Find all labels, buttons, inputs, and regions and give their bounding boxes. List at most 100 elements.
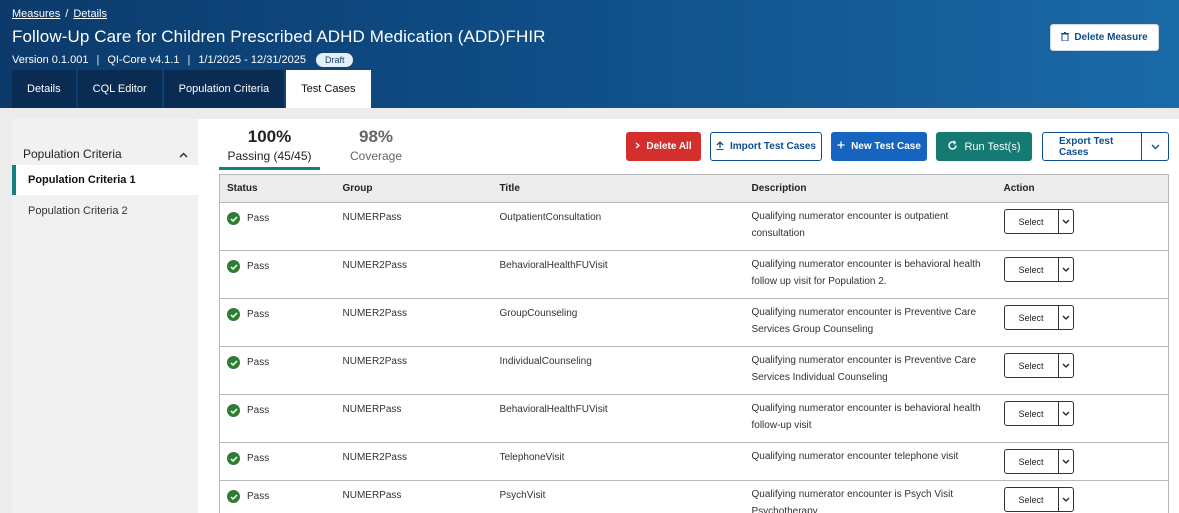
column-header-group: Group [342, 183, 373, 194]
coverage-percent: 98% [358, 127, 394, 146]
coverage-label: Coverage [349, 149, 403, 163]
period-text: 1/1/2025 - 12/31/2025 [198, 54, 306, 66]
run-tests-button[interactable]: Run Test(s) [936, 132, 1032, 161]
tab-details[interactable]: Details [12, 70, 76, 108]
select-button[interactable]: Select [1005, 306, 1058, 329]
chevron-down-icon[interactable] [1057, 450, 1073, 473]
sidebar-item-population-criteria-1[interactable]: Population Criteria 1 [12, 165, 198, 195]
row-action-dropdown: Select [1003, 449, 1074, 474]
breadcrumb: Measures / Details [12, 8, 107, 20]
sidebar-section-toggle[interactable]: Population Criteria [23, 147, 188, 161]
status-cell: Pass [220, 299, 336, 347]
description-cell: Qualifying numerator encounter is Preven… [751, 307, 977, 335]
description-cell: Qualifying numerator encounter is Psych … [751, 489, 954, 513]
chevron-right-icon [635, 141, 641, 152]
status-cell: Pass [220, 443, 336, 481]
import-label: Import Test Cases [730, 141, 816, 152]
column-header-description: Description [751, 183, 807, 194]
status-text: Pass [247, 309, 270, 320]
export-test-cases-button[interactable]: Export Test Cases [1042, 132, 1169, 161]
delete-measure-label: Delete Measure [1074, 32, 1148, 43]
sidebar-heading: Population Criteria [23, 147, 122, 161]
version-text: Version 0.1.001 [12, 54, 89, 66]
check-circle-icon [227, 404, 240, 417]
select-button[interactable]: Select [1005, 402, 1058, 425]
chevron-down-icon[interactable] [1057, 210, 1073, 233]
tab-label: Population Criteria [178, 83, 270, 95]
breadcrumb-details-link[interactable]: Details [73, 8, 107, 20]
chevron-down-icon[interactable] [1057, 354, 1073, 377]
select-button[interactable]: Select [1005, 450, 1058, 473]
table-row: Pass NUMER2Pass TelephoneVisit Qualifyin… [219, 442, 1169, 481]
row-action-dropdown: Select [1003, 401, 1074, 426]
chevron-up-icon [179, 147, 188, 161]
status-cell: Pass [220, 347, 336, 395]
group-cell: NUMER2Pass [342, 452, 407, 463]
title-cell: OutpatientConsultation [499, 212, 602, 223]
check-circle-icon [227, 212, 240, 225]
description-cell: Qualifying numerator encounter is outpat… [751, 211, 949, 239]
select-button[interactable]: Select [1005, 258, 1058, 281]
status-text: Pass [247, 453, 270, 464]
description-cell: Qualifying numerator encounter is Preven… [751, 355, 977, 383]
chevron-down-icon[interactable] [1057, 488, 1073, 511]
table-row: Pass NUMER2Pass BehavioralHealthFUVisit … [219, 250, 1169, 299]
group-cell: NUMERPass [342, 490, 402, 501]
action-cell: Select [997, 299, 1169, 347]
group-cell: NUMERPass [342, 212, 402, 223]
status-text: Pass [247, 491, 270, 502]
select-button[interactable]: Select [1005, 210, 1058, 233]
delete-all-button[interactable]: Delete All [626, 132, 701, 161]
test-cases-panel: 100% Passing (45/45) 98% Coverage Delete… [198, 119, 1179, 513]
measure-header: Measures / Details Follow-Up Care for Ch… [0, 0, 1179, 108]
row-action-dropdown: Select [1003, 257, 1074, 282]
tab-population-criteria[interactable]: Population Criteria [163, 70, 285, 108]
breadcrumb-measures-link[interactable]: Measures [12, 8, 60, 20]
delete-measure-button[interactable]: Delete Measure [1050, 24, 1159, 51]
check-circle-icon [227, 452, 240, 465]
row-action-dropdown: Select [1003, 305, 1074, 330]
table-row: Pass NUMER2Pass GroupCounseling Qualifyi… [219, 298, 1169, 347]
chevron-down-icon[interactable] [1057, 258, 1073, 281]
table-header-row: Status Group Title Description Action [219, 174, 1169, 203]
status-text: Pass [247, 405, 270, 416]
select-button[interactable]: Select [1005, 354, 1058, 377]
tab-label: Test Cases [301, 83, 356, 95]
passing-stat-tab[interactable]: 100% Passing (45/45) [219, 127, 320, 170]
coverage-stat-tab[interactable]: 98% Coverage [344, 127, 408, 163]
tab-label: CQL Editor [92, 83, 147, 95]
upload-icon [716, 140, 724, 153]
test-cases-table: Status Group Title Description Action Pa… [219, 174, 1169, 513]
active-tab-indicator [219, 167, 320, 170]
chevron-down-icon[interactable] [1057, 402, 1073, 425]
table-row: Pass NUMER2Pass IndividualCounseling Qua… [219, 346, 1169, 395]
status-cell: Pass [220, 251, 336, 299]
plus-icon [837, 141, 845, 152]
table-row: Pass NUMERPass OutpatientConsultation Qu… [219, 202, 1169, 251]
chevron-down-icon[interactable] [1141, 133, 1168, 160]
column-header-title: Title [499, 183, 520, 194]
chevron-down-icon[interactable] [1057, 306, 1073, 329]
description-cell: Qualifying numerator encounter telephone… [751, 451, 959, 462]
page-title: Follow-Up Care for Children Prescribed A… [12, 27, 546, 46]
sidebar-item-population-criteria-2[interactable]: Population Criteria 2 [12, 196, 198, 226]
group-cell: NUMERPass [342, 404, 402, 415]
passing-label: Passing (45/45) [227, 149, 312, 163]
title-cell: PsychVisit [499, 490, 546, 501]
tab-cql-editor[interactable]: CQL Editor [77, 70, 162, 108]
refresh-icon [947, 140, 958, 154]
select-button[interactable]: Select [1005, 488, 1058, 511]
run-tests-label: Run Test(s) [964, 140, 1021, 153]
tab-label: Details [27, 83, 61, 95]
status-badge: Draft [315, 53, 354, 67]
column-header-action: Action [1003, 183, 1035, 194]
status-cell: Pass [220, 481, 336, 513]
sidebar-item-label: Population Criteria 2 [28, 205, 128, 217]
group-cell: NUMER2Pass [342, 260, 407, 271]
import-test-cases-button[interactable]: Import Test Cases [710, 132, 822, 161]
group-cell: NUMER2Pass [342, 356, 407, 367]
status-cell: Pass [220, 203, 336, 251]
tab-test-cases[interactable]: Test Cases [286, 70, 371, 108]
new-test-case-label: New Test Case [851, 141, 921, 152]
new-test-case-button[interactable]: New Test Case [831, 132, 927, 161]
